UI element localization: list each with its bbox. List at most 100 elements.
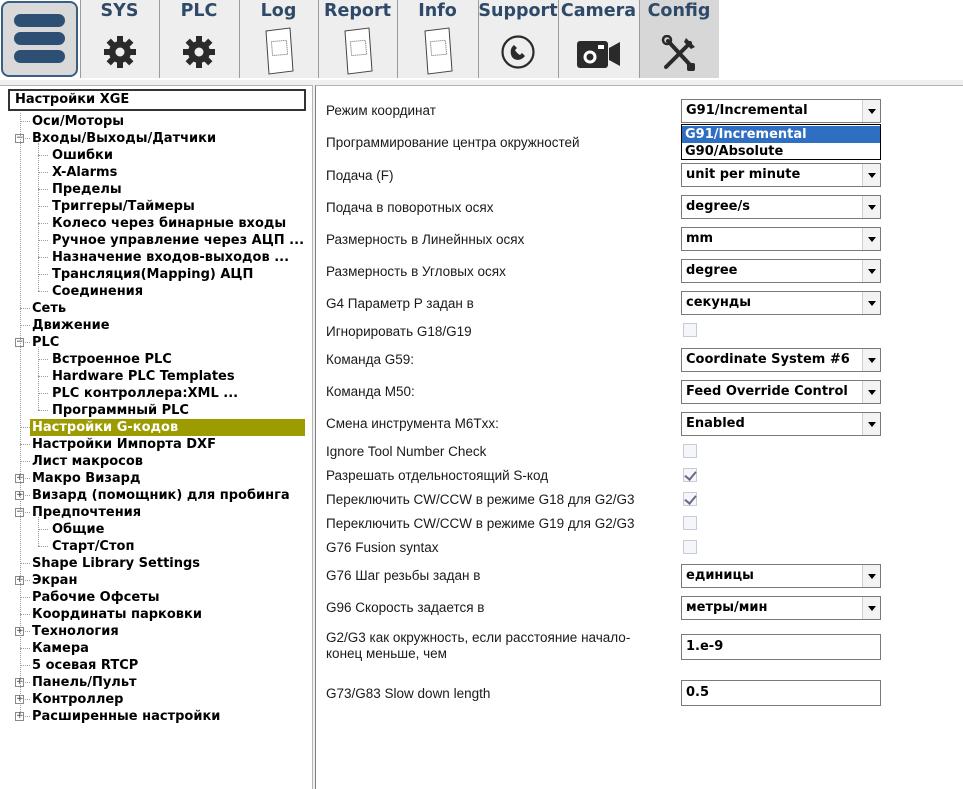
text-input-value: 1.e-9 (686, 639, 724, 654)
tree-item-label: Расширенные настройки (32, 709, 221, 724)
chevron-down-icon[interactable] (862, 565, 880, 587)
setting-label: G76 Шаг резьбы задан в (326, 568, 481, 583)
tree-item[interactable]: Встроенное PLC (0, 351, 313, 368)
tree-item[interactable]: PLC контроллера:XML ... (0, 385, 313, 402)
chevron-down-icon[interactable] (862, 413, 880, 435)
setting-combobox[interactable]: Feed Override Control (681, 380, 881, 404)
tree-item[interactable]: + Панель/Пульт (0, 674, 313, 691)
tree-connector (20, 308, 30, 309)
menu-button[interactable] (1, 1, 78, 77)
chevron-down-icon[interactable] (862, 228, 880, 250)
tree-item[interactable]: Shape Library Settings (0, 555, 313, 572)
tree-item[interactable]: + Экран (0, 572, 313, 589)
tree-item[interactable]: − PLC (0, 334, 313, 351)
tree-item[interactable]: Настройки Импорта DXF (0, 436, 313, 453)
dropdown-option-g91[interactable]: G91/Incremental (682, 126, 880, 143)
tree-item[interactable]: X-Alarms (0, 164, 313, 181)
checkbox[interactable] (683, 444, 697, 458)
tree-item[interactable]: Оси/Моторы (0, 113, 313, 130)
setting-combobox[interactable]: degree/s (681, 195, 881, 219)
tree-item[interactable]: Пределы (0, 181, 313, 198)
tree-item[interactable]: Старт/Стоп (0, 538, 313, 555)
tree-item[interactable]: Общие (0, 521, 313, 538)
chevron-down-icon[interactable] (862, 381, 880, 403)
tree-item-label: Предпочтения (32, 505, 142, 520)
toolbar-sys-button[interactable]: SYS (80, 0, 159, 78)
checkbox[interactable] (683, 540, 697, 554)
tree-item[interactable]: Движение (0, 317, 313, 334)
chevron-down-icon[interactable] (862, 260, 880, 282)
tree-item-label: Панель/Пульт (32, 675, 137, 690)
setting-combobox[interactable]: метры/мин (681, 596, 881, 620)
tree-item-selected[interactable]: Настройки G-кодов (0, 419, 313, 436)
setting-combobox[interactable]: секунды (681, 291, 881, 315)
setting-combobox[interactable]: единицы (681, 564, 881, 588)
toolbar-config-button[interactable]: Config (639, 0, 719, 78)
tree-item[interactable]: Ручное управление через АЦП ... (0, 232, 313, 249)
toolbar-log-button[interactable]: Log (239, 0, 318, 78)
tree-item[interactable]: Соединения (0, 283, 313, 300)
tree-item[interactable]: Колесо через бинарные входы (0, 215, 313, 232)
tree-item[interactable]: + Контроллер (0, 691, 313, 708)
tree-item[interactable]: − Предпочтения (0, 504, 313, 521)
tree-item[interactable]: Камера (0, 640, 313, 657)
gcode-settings-panel: Режим координат G91/Incremental Программир… (315, 85, 963, 789)
tree-item[interactable]: Ошибки (0, 147, 313, 164)
tree-item[interactable]: Hardware PLC Templates (0, 368, 313, 385)
toolbar-plc-button[interactable]: PLC (159, 0, 239, 78)
toolbar-info-button[interactable]: Info (397, 0, 478, 78)
setting-label: Переключить CW/CCW в режиме G18 для G2/G… (326, 492, 635, 507)
tree-item[interactable]: Рабочие Офсеты (0, 589, 313, 606)
tree-connector (38, 206, 48, 207)
camera-icon (576, 41, 620, 68)
tree-item[interactable]: Лист макросов (0, 453, 313, 470)
tree-item-label: Макро Визард (32, 471, 141, 486)
text-input-value: 0.5 (686, 685, 710, 700)
setting-label: Режим координат (326, 103, 436, 118)
checkbox[interactable] (683, 323, 697, 337)
toolbar-support-button[interactable]: Support (478, 0, 558, 78)
setting-combobox[interactable]: G91/Incremental (681, 99, 881, 123)
tree-item[interactable]: 5 осевая RTCP (0, 657, 313, 674)
setting-combobox[interactable]: Enabled (681, 412, 881, 436)
setting-combobox[interactable]: mm (681, 227, 881, 251)
tree-item[interactable]: Триггеры/Таймеры (0, 198, 313, 215)
chevron-down-icon[interactable] (862, 164, 880, 186)
tree-item[interactable]: + Макро Визард (0, 470, 313, 487)
tree-item-label: Визард (помощник) для пробинга (32, 488, 290, 503)
tree-item[interactable]: Сеть (0, 300, 313, 317)
chevron-down-icon[interactable] (862, 597, 880, 619)
dropdown-option-g90[interactable]: G90/Absolute (682, 143, 880, 160)
tree-item-label: Ошибки (52, 148, 113, 163)
tree-item[interactable]: + Расширенные настройки (0, 708, 313, 725)
tree-item[interactable]: + Технология (0, 623, 313, 640)
checkbox[interactable] (683, 516, 697, 530)
setting-label: Подача (F) (326, 168, 394, 183)
toolbar-camera-button[interactable]: Camera (558, 0, 639, 78)
checkbox-checked[interactable] (683, 468, 697, 482)
setting-text-input[interactable]: 0.5 (681, 680, 881, 706)
setting-combobox[interactable]: unit per minute (681, 163, 881, 187)
tree-header[interactable]: Настройки XGE (8, 89, 306, 111)
chevron-down-icon[interactable] (862, 292, 880, 314)
toolbar-report-button[interactable]: Report (318, 0, 397, 78)
setting-combobox[interactable]: Coordinate System #6 (681, 348, 881, 372)
coordinate-mode-dropdown-list[interactable]: G91/Incremental G90/Absolute (681, 124, 881, 160)
tree-item[interactable]: Трансляция(Mapping) АЦП (0, 266, 313, 283)
checkbox-checked[interactable] (683, 492, 697, 506)
setting-combobox[interactable]: degree (681, 259, 881, 283)
menu-icon-bar (14, 32, 65, 45)
chevron-down-icon[interactable] (862, 349, 880, 371)
document-icon (343, 27, 373, 75)
main-toolbar: SYS PLC Log Report Info Support Camera C… (0, 0, 963, 80)
setting-text-input[interactable]: 1.e-9 (681, 634, 881, 660)
tree-item[interactable]: + Визард (помощник) для пробинга (0, 487, 313, 504)
combobox-value: единицы (686, 568, 754, 583)
tree-item[interactable]: Координаты парковки (0, 606, 313, 623)
chevron-down-icon[interactable] (862, 100, 880, 122)
chevron-down-icon[interactable] (862, 196, 880, 218)
combobox-value: unit per minute (686, 167, 801, 182)
tree-item[interactable]: Программный PLC (0, 402, 313, 419)
tree-item[interactable]: Назначение входов-выходов ... (0, 249, 313, 266)
tree-item[interactable]: − Входы/Выходы/Датчики (0, 130, 313, 147)
